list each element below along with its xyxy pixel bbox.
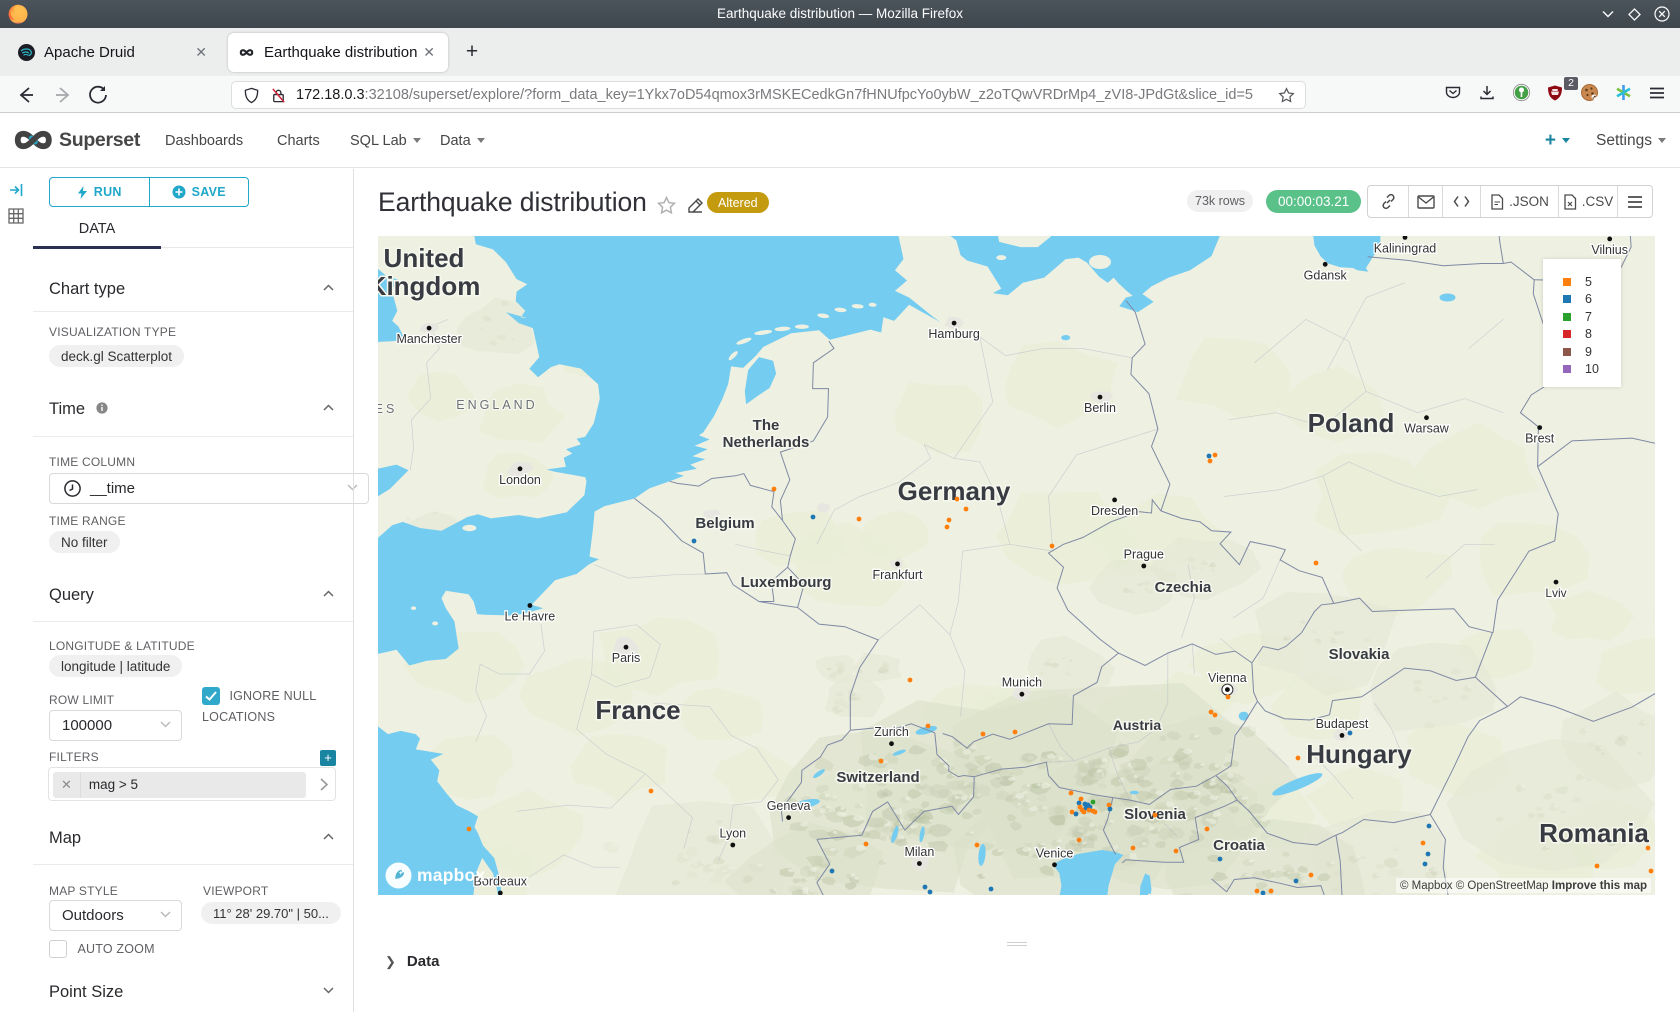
svg-text:Vienna: Vienna <box>1208 671 1247 685</box>
svg-text:Dresden: Dresden <box>1091 504 1138 518</box>
svg-text:France: France <box>595 695 680 725</box>
svg-text:Kingdom: Kingdom <box>378 271 480 301</box>
svg-text:Geneva: Geneva <box>767 799 811 813</box>
svg-text:ENGLAND: ENGLAND <box>456 398 537 412</box>
svg-text:ES: ES <box>378 402 397 416</box>
svg-text:Manchester: Manchester <box>396 332 461 346</box>
svg-text:Venice: Venice <box>1036 846 1074 860</box>
svg-text:Budapest: Budapest <box>1316 717 1369 731</box>
svg-text:Kaliningrad: Kaliningrad <box>1374 241 1437 255</box>
svg-text:Czechia: Czechia <box>1155 579 1212 596</box>
svg-text:Netherlands: Netherlands <box>723 434 810 451</box>
svg-text:Milan: Milan <box>904 845 934 859</box>
svg-text:London: London <box>499 473 541 487</box>
svg-text:Paris: Paris <box>612 651 640 665</box>
svg-text:Vilnius: Vilnius <box>1591 243 1628 257</box>
svg-text:Poland: Poland <box>1308 408 1395 438</box>
svg-text:Munich: Munich <box>1002 676 1042 690</box>
svg-text:Luxembourg: Luxembourg <box>741 574 832 591</box>
svg-text:Le Havre: Le Havre <box>505 610 556 624</box>
svg-text:Switzerland: Switzerland <box>836 769 919 786</box>
svg-text:Prague: Prague <box>1124 548 1164 562</box>
svg-text:Brest: Brest <box>1525 432 1555 446</box>
svg-text:The: The <box>753 417 780 434</box>
svg-text:United: United <box>384 243 465 273</box>
svg-text:Berlin: Berlin <box>1084 401 1116 415</box>
svg-text:Croatia: Croatia <box>1213 837 1265 854</box>
svg-text:Germany: Germany <box>898 476 1011 506</box>
svg-text:Romania: Romania <box>1539 818 1649 848</box>
svg-text:Gdansk: Gdansk <box>1304 268 1348 282</box>
svg-text:Austria: Austria <box>1113 717 1161 733</box>
svg-text:Frankfurt: Frankfurt <box>872 568 923 582</box>
svg-text:Belgium: Belgium <box>695 515 754 532</box>
svg-text:Hungary: Hungary <box>1306 739 1412 769</box>
svg-text:Lviv: Lviv <box>1545 586 1566 600</box>
svg-text:Lyon: Lyon <box>719 827 746 841</box>
svg-text:Hamburg: Hamburg <box>928 327 979 341</box>
svg-text:Zurich: Zurich <box>874 725 909 739</box>
svg-text:Warsaw: Warsaw <box>1404 422 1450 436</box>
svg-text:Slovakia: Slovakia <box>1329 646 1391 663</box>
